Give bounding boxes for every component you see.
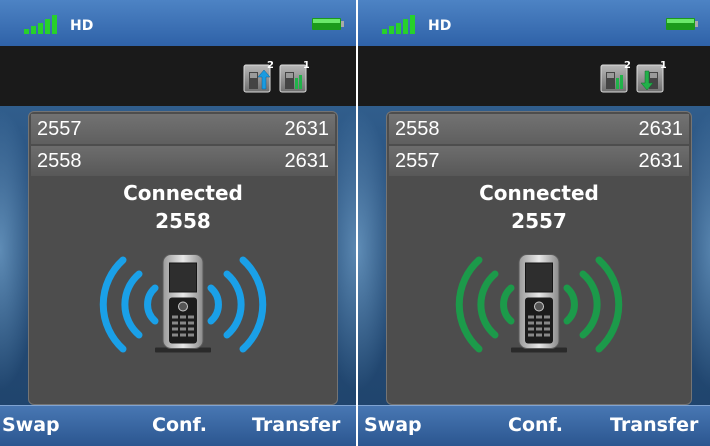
outgoing-call-icon: 2: [243, 60, 273, 93]
own-extension: 2631: [284, 118, 330, 140]
connected-number: 2558: [155, 209, 211, 233]
call-state-label: Connected: [479, 181, 599, 205]
hd-audio-label: HD: [428, 18, 452, 34]
incoming-call-icon: 1: [636, 60, 666, 93]
remote-number: 2557: [395, 150, 440, 172]
conference-softkey[interactable]: Conf.: [152, 414, 207, 436]
conference-softkey[interactable]: Conf.: [508, 414, 563, 436]
battery-icon: [666, 18, 698, 30]
status-bar: HD: [0, 0, 356, 46]
own-extension: 2631: [638, 118, 684, 140]
call-panel: 2557 2631 2558 2631 Connected 2558: [28, 111, 338, 405]
remote-number: 2557: [37, 118, 82, 140]
call-count-badge: 1: [660, 60, 666, 71]
call-row-held[interactable]: 2557 2631: [31, 114, 335, 144]
call-state-label: Connected: [123, 181, 243, 205]
call-row-active[interactable]: 2558 2631: [31, 146, 335, 176]
call-count-badge: 2: [267, 60, 273, 71]
phone-screen-left: HD 2 1 2557 2631 2558 2631 Connected 255…: [0, 0, 356, 446]
call-count-badge: 2: [624, 60, 630, 71]
signal-strength-icon: [382, 15, 415, 34]
call-count-badge: 1: [303, 60, 309, 71]
own-extension: 2631: [284, 150, 330, 172]
call-row-held[interactable]: 2558 2631: [389, 114, 689, 144]
held-call-icon: 1: [279, 60, 309, 93]
transfer-softkey[interactable]: Transfer: [252, 414, 340, 436]
softkey-bar: Swap Conf. Transfer: [358, 405, 710, 446]
transfer-softkey[interactable]: Transfer: [610, 414, 698, 436]
hd-audio-label: HD: [70, 18, 94, 34]
connected-handset-icon: [99, 253, 267, 354]
connected-handset-icon: [455, 253, 623, 354]
held-call-icon: 2: [600, 60, 630, 93]
signal-strength-icon: [24, 15, 57, 34]
swap-softkey[interactable]: Swap: [2, 414, 60, 436]
call-panel: 2558 2631 2557 2631 Connected 2557: [386, 111, 692, 405]
softkey-bar: Swap Conf. Transfer: [0, 405, 356, 446]
status-bar: HD: [358, 0, 710, 46]
remote-number: 2558: [395, 118, 440, 140]
phone-screen-right: HD 2 1 2558 2631 2557 2631 Connected 255…: [358, 0, 710, 446]
battery-icon: [312, 18, 344, 30]
remote-number: 2558: [37, 150, 82, 172]
call-status-bar: 2 1: [358, 46, 710, 106]
call-row-active[interactable]: 2557 2631: [389, 146, 689, 176]
call-status-bar: 2 1: [0, 46, 356, 106]
own-extension: 2631: [638, 150, 684, 172]
swap-softkey[interactable]: Swap: [364, 414, 422, 436]
connected-number: 2557: [511, 209, 567, 233]
